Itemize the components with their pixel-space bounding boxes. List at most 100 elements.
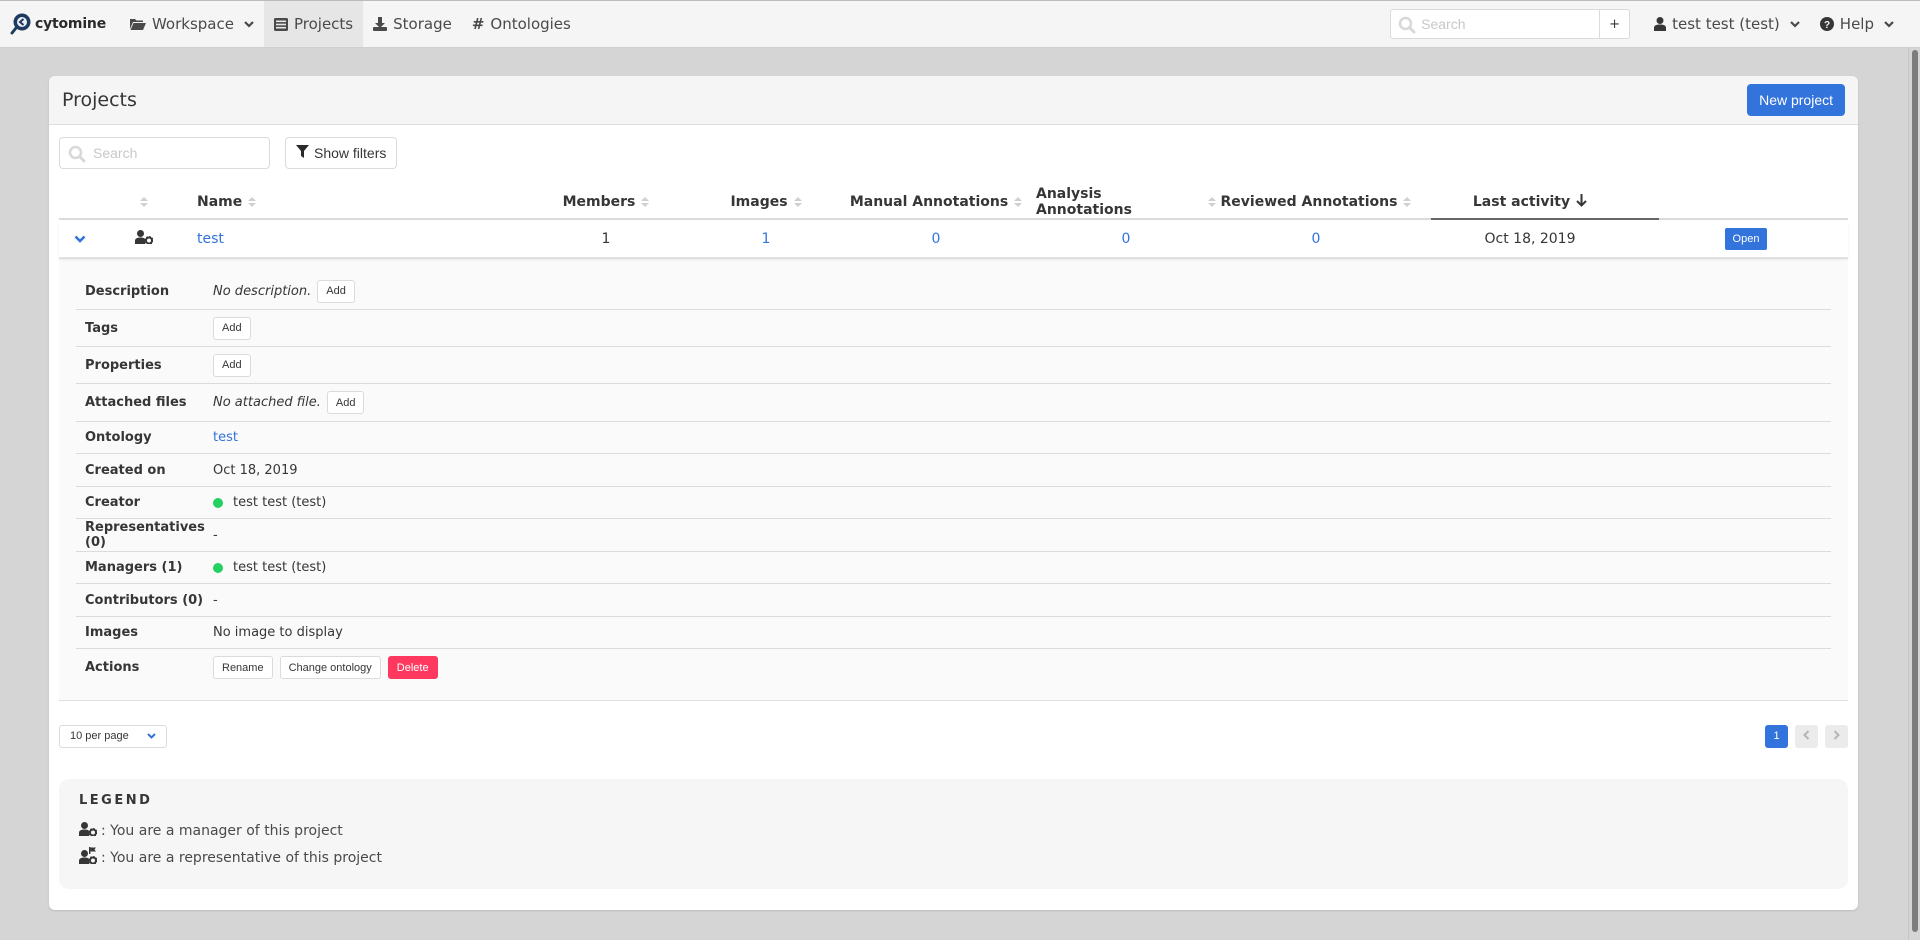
reviewed-annotations-link[interactable]: 0 [1312, 231, 1321, 247]
hashtag-icon: # [471, 15, 485, 33]
images-count-link[interactable]: 1 [762, 231, 771, 247]
detail-label: Created on [85, 462, 166, 478]
legend-text: : You are a representative of this proje… [101, 849, 382, 866]
detail-label: Images [85, 625, 139, 640]
column-header-manual-annotations[interactable]: Manual Annotations [836, 186, 1036, 218]
page-title: Projects [62, 89, 137, 111]
projects-table: Name Members Images Manual Annotations A… [59, 186, 1848, 701]
add-tag-button[interactable]: Add [213, 316, 251, 340]
table-row: test 1 1 0 0 0 Oct 18, 2019 Open [59, 220, 1848, 258]
manager-icon [134, 229, 153, 248]
detail-label: Creator [85, 495, 141, 510]
sort-icon [793, 197, 802, 207]
next-page-button[interactable] [1825, 724, 1848, 748]
manager-icon [79, 822, 98, 840]
show-filters-button[interactable]: Show filters [285, 137, 398, 169]
representative-icon [79, 847, 98, 868]
project-search-field[interactable] [59, 137, 270, 169]
nav-storage-label: Storage [393, 15, 452, 33]
contributors-value: - [213, 592, 218, 608]
chevron-down-icon [74, 231, 86, 247]
page-1-button[interactable]: 1 [1765, 724, 1788, 748]
svg-text:?: ? [1824, 20, 1830, 31]
detail-label: Contributors (0) [85, 592, 204, 608]
detail-row-tags: Tags Add [76, 310, 1831, 347]
project-search-input[interactable] [60, 138, 269, 168]
analysis-annotations-cell: 0 [1036, 220, 1216, 257]
column-header-role[interactable] [101, 186, 186, 218]
detail-row-ontology: Ontology test [76, 422, 1831, 454]
column-header-reviewed-annotations[interactable]: Reviewed Annotations [1216, 186, 1416, 218]
open-project-button[interactable]: Open [1724, 227, 1768, 250]
column-header-images[interactable]: Images [696, 186, 836, 218]
scrollbar-thumb[interactable] [1912, 50, 1918, 932]
help-menu[interactable]: ? Help [1810, 1, 1920, 47]
user-menu[interactable]: test test (test) [1640, 1, 1810, 47]
column-label: Images [730, 194, 788, 210]
delete-button[interactable]: Delete [387, 656, 438, 679]
user-name: test test (test) [1672, 15, 1780, 33]
detail-label: Managers (1) [85, 560, 183, 575]
legend-item-representative: : You are a representative of this proje… [79, 847, 1828, 868]
detail-row-images: Images No image to display [76, 617, 1831, 649]
change-ontology-button[interactable]: Change ontology [279, 656, 381, 679]
page-scrollbar[interactable] [1908, 48, 1920, 940]
global-search-field[interactable] [1390, 9, 1601, 39]
expand-toggle[interactable] [59, 220, 101, 257]
list-toolbar: Show filters [59, 137, 398, 169]
rename-button[interactable]: Rename [213, 656, 273, 679]
add-attached-file-button[interactable]: Add [326, 391, 365, 414]
add-description-button[interactable]: Add [317, 279, 355, 303]
manager-value: test test (test) [233, 560, 327, 575]
sort-icon [641, 197, 650, 207]
brand-logo-link[interactable]: cytomine [0, 1, 116, 47]
representatives-value: - [213, 527, 218, 543]
column-header-analysis-annotations[interactable]: Analysis Annotations [1036, 186, 1216, 218]
detail-row-attached-files: Attached files No attached file. Add [76, 384, 1831, 422]
project-name-cell: test [186, 220, 516, 257]
column-label: Reviewed Annotations [1220, 194, 1398, 210]
add-property-button[interactable]: Add [213, 353, 251, 377]
nav-projects[interactable]: Projects [263, 1, 364, 47]
members-cell: 1 [601, 230, 611, 247]
legend-box: LEGEND : You are a manager of this proje… [59, 779, 1848, 889]
pagination: 1 [1765, 724, 1848, 748]
ontology-link[interactable]: test [213, 430, 238, 445]
global-search-input[interactable] [1391, 10, 1600, 38]
manual-annotations-link[interactable]: 0 [932, 231, 941, 247]
sort-icon [1014, 197, 1023, 207]
question-circle-icon: ? [1819, 17, 1834, 31]
column-label: Members [562, 194, 636, 210]
legend-item-manager: : You are a manager of this project [79, 822, 1828, 840]
nav-ontologies-label: Ontologies [490, 15, 571, 33]
detail-label: Attached files [85, 395, 187, 410]
chevron-right-icon [1833, 729, 1840, 743]
analysis-annotations-link[interactable]: 0 [1122, 231, 1131, 247]
pagination-bar: 10 per page 1 [59, 724, 1848, 748]
list-alt-icon [273, 17, 288, 31]
detail-row-creator: Creator test test (test) [76, 487, 1831, 519]
chevron-down-icon [1884, 20, 1894, 28]
online-status-icon [213, 497, 223, 508]
per-page-select[interactable]: 10 per page [59, 724, 167, 748]
arrow-down-icon [1576, 193, 1587, 211]
project-name-link[interactable]: test [197, 231, 224, 247]
images-cell: 1 [696, 220, 836, 257]
column-header-last-activity[interactable]: Last activity [1416, 186, 1644, 218]
new-project-button[interactable]: New project [1747, 84, 1845, 116]
previous-page-button[interactable] [1795, 724, 1818, 748]
project-details: Description No description. Add Tags Add … [59, 258, 1848, 701]
nav-storage[interactable]: Storage [363, 1, 462, 47]
nav-ontologies[interactable]: # Ontologies [462, 1, 581, 47]
column-header-members[interactable]: Members [516, 186, 696, 218]
detail-label: Description [85, 283, 170, 299]
legend-text: : You are a manager of this project [101, 823, 343, 839]
role-cell [101, 220, 186, 257]
detail-row-properties: Properties Add [76, 347, 1831, 384]
quick-add-button[interactable]: + [1600, 9, 1631, 39]
column-header-expand [59, 186, 101, 218]
detail-label: Ontology [85, 430, 152, 445]
nav-workspace[interactable]: Workspace [116, 1, 264, 47]
column-header-name[interactable]: Name [186, 186, 516, 218]
online-status-icon [213, 562, 223, 573]
